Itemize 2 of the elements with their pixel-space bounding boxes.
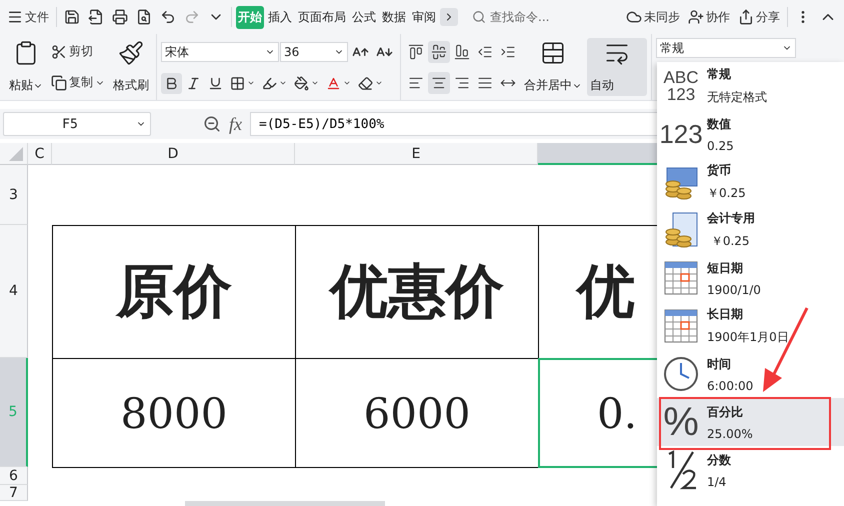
abc-123-icon: ABC 123 xyxy=(663,69,699,103)
percent-icon: % xyxy=(663,402,699,442)
